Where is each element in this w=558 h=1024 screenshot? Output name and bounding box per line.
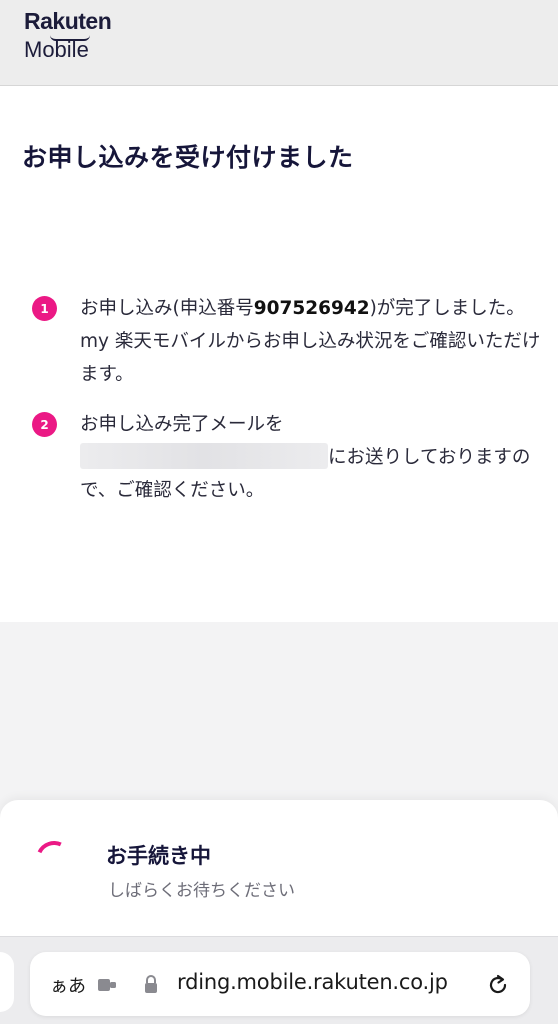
step-text: お申し込み完了メールを にお送りしておりますので、ご確認ください。 <box>80 408 542 507</box>
logo-line2: Mobile <box>24 37 89 62</box>
redacted-email <box>80 443 328 469</box>
logo-line1: Rakuten <box>24 8 112 34</box>
rakuten-mobile-logo[interactable]: Rakuten Mobile <box>24 8 112 62</box>
step-number-badge: 2 <box>32 412 57 437</box>
logo-swoosh <box>50 35 90 41</box>
step-text: お申し込み(申込番号907526942)が完了しました。my 楽天モバイルからお… <box>80 292 542 391</box>
extension-icon[interactable] <box>96 975 118 995</box>
reload-icon[interactable] <box>485 972 511 998</box>
lock-icon <box>145 975 157 993</box>
text-size-button[interactable]: ぁあ <box>50 972 86 998</box>
url-text[interactable]: rding.mobile.rakuten.co.jp <box>177 970 448 994</box>
processing-title: お手続き中 <box>106 844 211 868</box>
header: Rakuten Mobile <box>0 0 558 86</box>
application-number: 907526942 <box>253 298 370 319</box>
processing-subtitle: しばらくお待ちください <box>108 881 295 901</box>
page-title: お申し込みを受け付けました <box>22 143 354 172</box>
previous-tab-edge[interactable] <box>0 952 14 1012</box>
step-number-badge: 1 <box>32 296 57 321</box>
step-text-before: お申し込み完了メールを <box>80 414 284 435</box>
step-text-before: お申し込み(申込番号 <box>80 298 254 319</box>
